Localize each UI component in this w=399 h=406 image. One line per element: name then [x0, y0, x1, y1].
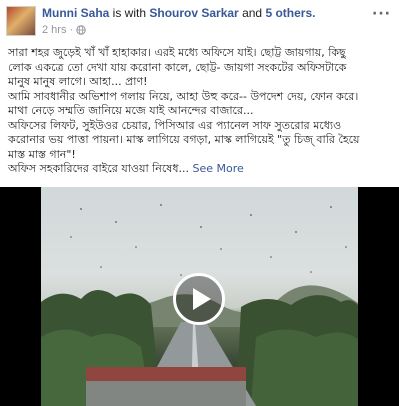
- post-text-line: মাথা নেড়ে সম্মতি জানিয়ে মজে যাই আনন্দে…: [8, 104, 254, 117]
- post-text-line: আমি সাবধানীর অভিশাপ গলায় নিয়ে, আহা উহু…: [8, 89, 359, 103]
- ellipsis-icon[interactable]: ···: [372, 6, 391, 22]
- post-text-line: সারা শহর জুড়েই খাঁ খাঁ হাহাকার। এরই মধ্…: [8, 46, 346, 59]
- post-text-line: মানুষ মানুষ লাগে। আহা... প্রাণ!: [8, 75, 148, 88]
- avatar[interactable]: [6, 6, 36, 36]
- post-text-last: অফিস সহকারিদের বাইরে যাওয়া নিষেধ...: [8, 162, 189, 175]
- tagged-friend-link[interactable]: Shourov Sarkar: [149, 6, 238, 20]
- post-timestamp[interactable]: 2 hrs: [42, 24, 66, 36]
- post-body-text: সারা শহর জুড়েই খাঁ খাঁ হাহাকার। এরই মধ্…: [8, 46, 392, 177]
- post-header: Munni Saha is with Shourov Sarkar and 5 …: [0, 0, 399, 44]
- post-text-line: লোক একত্রে তো দেখা যায় করোনা কালে, ছোট্…: [8, 60, 347, 74]
- with-text: is with: [109, 6, 150, 20]
- see-more-link[interactable]: See More: [193, 162, 244, 175]
- and-text: and: [238, 6, 266, 20]
- post-text-line: মাস্ত মাস্ত গান"!: [8, 147, 76, 161]
- video-player[interactable]: [0, 187, 399, 406]
- author-name-link[interactable]: Munni Saha: [42, 6, 109, 20]
- post-meta: 2 hrs ·: [42, 24, 86, 36]
- others-link[interactable]: 5 others.: [265, 6, 315, 20]
- play-icon[interactable]: [173, 273, 225, 325]
- post-text-line-last: অফিস সহকারিদের বাইরে যাওয়া নিষেধ... See…: [8, 162, 392, 177]
- post-author-line: Munni Saha is with Shourov Sarkar and 5 …: [42, 6, 315, 20]
- globe-icon[interactable]: [76, 25, 86, 35]
- meta-separator: ·: [69, 24, 74, 36]
- post-text-line: অফিসের লিফট, সুইউওর চেয়ার, পিসিআর এর প্…: [8, 118, 342, 132]
- post-text-line: করোনার ভয় পাত্তা পায়না। মাস্ক লাগিয়ে …: [8, 133, 360, 146]
